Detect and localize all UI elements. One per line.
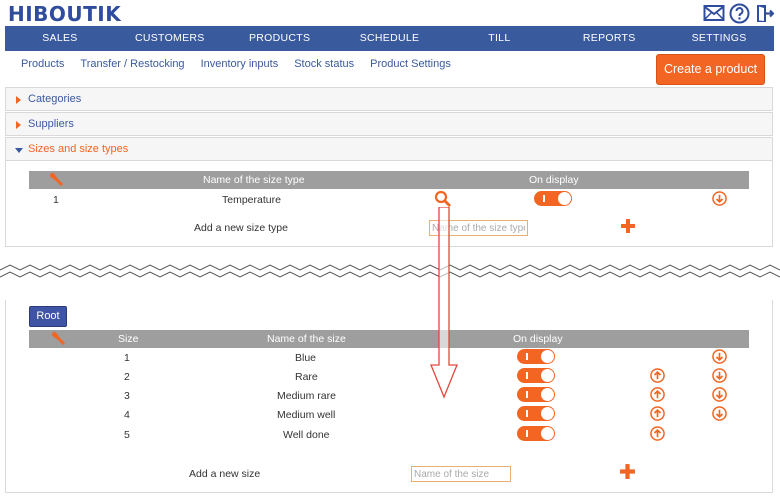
- subnav-transfer-restocking[interactable]: Transfer / Restocking: [80, 58, 184, 70]
- logout-icon[interactable]: [754, 3, 774, 24]
- sizes-panel-header[interactable]: Sizes and size types: [5, 137, 773, 161]
- size-name-header: Name of the size: [267, 333, 346, 345]
- sizes-table-header: Size Name of the size On display: [29, 330, 749, 348]
- size-number: 2: [124, 371, 130, 383]
- products-subnav: Products Transfer / Restocking Inventory…: [21, 58, 451, 70]
- envelope-icon[interactable]: [703, 3, 725, 24]
- move-down-icon[interactable]: [712, 191, 727, 206]
- size-types-table-header: Name of the size type On display: [29, 171, 749, 189]
- size-type-index: 1: [53, 194, 59, 206]
- nav-sales[interactable]: SALES: [5, 26, 115, 51]
- page-break-zigzag: [0, 264, 780, 278]
- nav-till[interactable]: TILL: [444, 26, 554, 51]
- create-product-button[interactable]: Create a product: [656, 54, 765, 85]
- move-up-icon[interactable]: [650, 387, 665, 402]
- size-display-toggle[interactable]: [517, 406, 555, 421]
- expanded-triangle-icon: [15, 148, 23, 153]
- nav-schedule[interactable]: SCHEDULE: [335, 26, 445, 51]
- add-size-label: Add a new size: [189, 468, 261, 480]
- size-type-display-header: On display: [529, 174, 579, 186]
- size-name[interactable]: Well done: [283, 429, 330, 441]
- wrench-icon: [50, 173, 63, 186]
- size-name[interactable]: Rare: [295, 371, 318, 383]
- move-up-icon[interactable]: [650, 368, 665, 383]
- size-type-name-header: Name of the size type: [203, 174, 305, 186]
- move-up-icon[interactable]: [650, 426, 665, 441]
- help-icon[interactable]: [729, 3, 750, 24]
- size-number: 3: [124, 390, 130, 402]
- sizes-title: Sizes and size types: [28, 143, 129, 155]
- suppliers-panel-header[interactable]: Suppliers: [5, 112, 773, 136]
- header-icons: [703, 3, 774, 24]
- move-up-icon[interactable]: [650, 406, 665, 421]
- move-down-icon[interactable]: [712, 368, 727, 383]
- collapsed-triangle-icon: [16, 96, 21, 104]
- add-size-type-label: Add a new size type: [194, 222, 288, 234]
- categories-panel-header[interactable]: Categories: [5, 87, 773, 111]
- categories-title: Categories: [28, 93, 82, 105]
- size-display-toggle[interactable]: [517, 426, 555, 441]
- size-display-toggle[interactable]: [517, 349, 555, 364]
- size-name[interactable]: Medium rare: [277, 390, 336, 402]
- big-down-arrow-icon: [430, 207, 458, 399]
- root-button[interactable]: Root: [29, 306, 67, 327]
- subnav-products[interactable]: Products: [21, 58, 64, 70]
- size-header: Size: [118, 333, 139, 345]
- hiboutik-logo: HIBOUTIK: [8, 2, 122, 26]
- subnav-product-settings[interactable]: Product Settings: [370, 58, 451, 70]
- nav-reports[interactable]: REPORTS: [554, 26, 664, 51]
- suppliers-title: Suppliers: [28, 118, 74, 130]
- new-size-input[interactable]: [411, 466, 511, 482]
- move-down-icon[interactable]: [712, 406, 727, 421]
- size-number: 1: [124, 352, 130, 364]
- wrench-icon: [52, 332, 65, 345]
- add-size-type-plus-icon[interactable]: [620, 218, 636, 234]
- size-type-name[interactable]: Temperature: [222, 194, 281, 206]
- nav-settings[interactable]: SETTINGS: [664, 26, 774, 51]
- nav-products[interactable]: PRODUCTS: [225, 26, 335, 51]
- size-display-toggle[interactable]: [517, 387, 555, 402]
- collapsed-triangle-icon: [16, 121, 21, 129]
- subnav-stock-status[interactable]: Stock status: [294, 58, 354, 70]
- size-name[interactable]: Medium well: [277, 409, 335, 421]
- add-size-plus-icon[interactable]: [619, 463, 636, 480]
- size-display-toggle[interactable]: [517, 368, 555, 383]
- move-down-icon[interactable]: [712, 349, 727, 364]
- size-name[interactable]: Blue: [295, 352, 316, 364]
- main-navbar: SALES CUSTOMERS PRODUCTS SCHEDULE TILL R…: [5, 26, 774, 51]
- nav-customers[interactable]: CUSTOMERS: [115, 26, 225, 51]
- size-number: 4: [124, 409, 130, 421]
- size-number: 5: [124, 429, 130, 441]
- size-display-header: On display: [513, 333, 563, 345]
- search-icon[interactable]: [434, 190, 452, 208]
- size-type-display-toggle[interactable]: [534, 191, 572, 206]
- subnav-inventory-inputs[interactable]: Inventory inputs: [201, 58, 279, 70]
- move-down-icon[interactable]: [712, 387, 727, 402]
